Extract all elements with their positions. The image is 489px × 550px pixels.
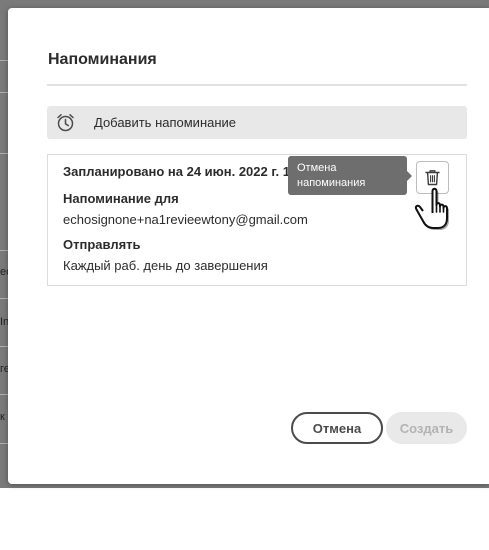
- background-divider: [0, 153, 8, 154]
- background-divider: [0, 394, 8, 395]
- title-divider: [47, 84, 467, 86]
- create-button[interactable]: Создать: [386, 412, 467, 444]
- alarm-clock-icon: [56, 113, 75, 132]
- tooltip-text: Отмена напоминания: [297, 162, 366, 189]
- recipient-email: echosignone+na1revieewtony@gmail.com: [63, 212, 308, 227]
- send-frequency-heading: Отправлять: [63, 237, 141, 252]
- hand-pointer-icon: [414, 187, 449, 230]
- tooltip-arrow: [407, 171, 412, 181]
- reminders-dialog: Напоминания Добавить напоминание Заплани…: [8, 8, 489, 484]
- add-reminder-button[interactable]: Добавить напоминание: [47, 106, 467, 139]
- background-row-text: к: [0, 411, 5, 423]
- add-reminder-label: Добавить напоминание: [94, 115, 237, 130]
- background-row-text: ге: [0, 363, 8, 375]
- cancel-button-label: Отмена: [312, 420, 362, 436]
- background-divider: [0, 298, 8, 299]
- recipient-heading: Напоминание для: [63, 191, 179, 206]
- cancel-button[interactable]: Отмена: [291, 412, 383, 444]
- background-divider: [0, 60, 8, 61]
- background-divider: [0, 346, 8, 347]
- send-frequency-value: Каждый раб. день до завершения: [63, 258, 268, 273]
- background-row-text: ес: [0, 266, 8, 278]
- background-divider: [0, 92, 8, 93]
- cancel-reminder-tooltip: Отмена напоминания: [288, 156, 412, 195]
- background-row-text: In: [0, 316, 8, 328]
- dialog-title: Напоминания: [48, 51, 157, 68]
- background-divider: [0, 443, 8, 444]
- create-button-label: Создать: [399, 420, 454, 436]
- background-divider: [0, 250, 8, 251]
